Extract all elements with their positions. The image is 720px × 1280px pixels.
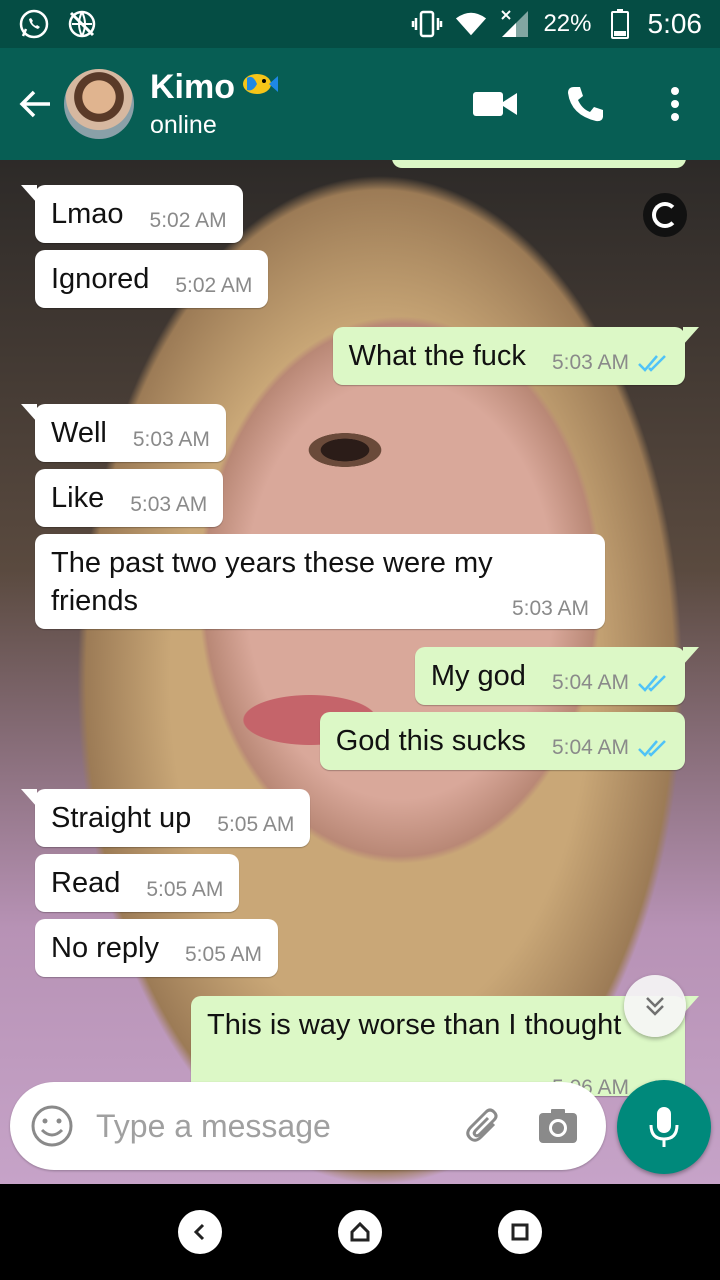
message-text: My god bbox=[430, 660, 526, 692]
message-time: 5:05 AM bbox=[217, 813, 295, 836]
no-sync-icon bbox=[66, 8, 98, 40]
home-nav-icon[interactable] bbox=[338, 1210, 382, 1254]
chevron-down-icon bbox=[646, 997, 664, 1016]
message-bubble[interactable]: This is way worse than I thought 5:06 AM bbox=[191, 996, 699, 1099]
signal-icon bbox=[499, 8, 531, 40]
status-bar: 22% 5:06 bbox=[0, 0, 720, 48]
fish-icon bbox=[239, 68, 279, 107]
video-call-icon[interactable] bbox=[450, 69, 540, 139]
message-time: 5:04 AM bbox=[551, 736, 629, 759]
wifi-icon bbox=[455, 8, 487, 40]
camera-icon[interactable] bbox=[530, 1098, 586, 1154]
contact-info[interactable]: Kimo online bbox=[150, 68, 279, 140]
whatsapp-icon bbox=[18, 8, 50, 40]
read-receipt-icon bbox=[638, 740, 666, 757]
message-bubble[interactable]: My god 5:04 AM bbox=[414, 647, 700, 705]
message-text: Straight up bbox=[51, 802, 192, 834]
battery-icon bbox=[604, 8, 636, 40]
message-text: Like bbox=[51, 482, 105, 514]
more-icon[interactable] bbox=[630, 69, 720, 139]
message-time: 5:03 AM bbox=[130, 493, 208, 516]
message-bubble[interactable]: Straight up 5:05 AM bbox=[20, 789, 311, 847]
battery-percent: 22% bbox=[543, 10, 592, 37]
clock: 5:06 bbox=[647, 8, 703, 39]
message-text: This is way worse than I thought bbox=[207, 1009, 622, 1041]
message-time: 5:05 AM bbox=[185, 943, 263, 966]
message-bubble[interactable]: No reply 5:05 AM bbox=[35, 919, 279, 977]
vibrate-icon bbox=[411, 8, 443, 40]
message-text: Lmao bbox=[51, 198, 124, 230]
message-bubble[interactable]: God this sucks 5:04 AM bbox=[319, 712, 685, 770]
message-time: 5:03 AM bbox=[132, 428, 210, 451]
back-arrow-icon[interactable] bbox=[6, 74, 66, 134]
attach-icon[interactable] bbox=[456, 1098, 512, 1154]
message-bubble[interactable]: The past two years these were my friends… bbox=[35, 534, 605, 629]
mic-button[interactable] bbox=[617, 1080, 711, 1174]
message-time: 5:04 AM bbox=[551, 671, 629, 694]
message-input[interactable]: Type a message bbox=[96, 1108, 438, 1145]
message-text: Well bbox=[51, 417, 107, 449]
message-time: 5:02 AM bbox=[149, 209, 227, 232]
phone-icon[interactable] bbox=[540, 69, 630, 139]
message-time: 5:05 AM bbox=[146, 878, 224, 901]
message-text: Read bbox=[51, 867, 121, 899]
contact-status: online bbox=[150, 111, 217, 139]
contact-name-row: Kimo bbox=[150, 68, 279, 107]
message-text: The past two years these were my friends bbox=[51, 547, 493, 617]
scroll-to-bottom-button[interactable] bbox=[624, 975, 686, 1037]
emoji-icon[interactable] bbox=[30, 1104, 74, 1148]
back-nav-icon[interactable] bbox=[178, 1210, 222, 1254]
microphone-icon bbox=[649, 1107, 679, 1147]
message-time: 5:02 AM bbox=[175, 274, 253, 297]
message-bubble[interactable]: Ignored 5:02 AM bbox=[35, 250, 269, 308]
recents-nav-icon[interactable] bbox=[498, 1210, 542, 1254]
read-receipt-icon bbox=[638, 675, 666, 692]
message-bubble[interactable]: Well 5:03 AM bbox=[21, 404, 226, 462]
message-time: 5:03 AM bbox=[511, 597, 589, 620]
message-bubble[interactable]: Like 5:03 AM bbox=[35, 469, 224, 527]
message-text: God this sucks bbox=[335, 725, 526, 757]
message-time: 5:03 AM bbox=[551, 351, 629, 374]
system-nav-bar bbox=[0, 1184, 720, 1280]
avatar[interactable] bbox=[64, 69, 134, 139]
loading-indicator bbox=[643, 193, 687, 237]
previous-message-edge bbox=[392, 160, 686, 168]
message-composer: Type a message bbox=[10, 1082, 606, 1170]
contact-name: Kimo bbox=[150, 68, 235, 106]
message-bubble[interactable]: Lmao 5:02 AM bbox=[21, 185, 243, 243]
message-text: Ignored bbox=[51, 263, 150, 295]
message-bubble[interactable]: Read 5:05 AM bbox=[35, 854, 240, 912]
read-receipt-icon bbox=[638, 355, 666, 372]
message-text: No reply bbox=[51, 932, 159, 964]
message-text: What the fuck bbox=[348, 340, 526, 372]
message-bubble[interactable]: What the fuck 5:03 AM bbox=[332, 327, 700, 385]
chat-header: Kimo online bbox=[0, 48, 720, 160]
chat-area[interactable]: Lmao 5:02 AM Ignored 5:02 AM What the fuck… bbox=[0, 160, 720, 1184]
